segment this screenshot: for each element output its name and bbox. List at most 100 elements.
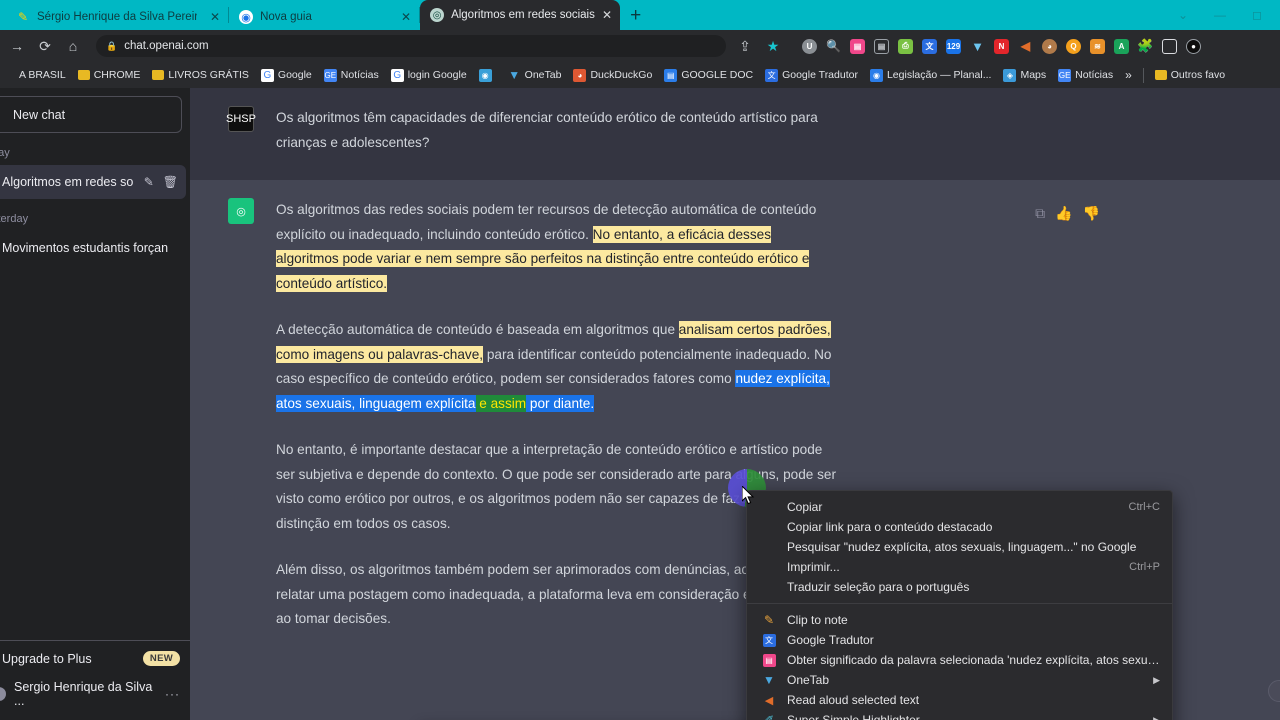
red-extension-icon[interactable]: N xyxy=(994,38,1009,54)
lock-icon: 🔒 xyxy=(106,40,118,51)
puzzle-extensions-icon[interactable]: 🧩 xyxy=(1137,38,1153,54)
maximize-icon[interactable]: ◻ xyxy=(1252,9,1262,21)
dictionary-icon: ▤ xyxy=(761,653,777,667)
trash-icon[interactable]: 🗑 xyxy=(163,175,178,189)
menu-item-label: Traduzir seleção para o português xyxy=(787,580,970,594)
bookmark-item[interactable]: LIVROS GRÁTIS xyxy=(148,67,253,83)
bookmark-item[interactable]: ◉ xyxy=(475,67,500,84)
new-chat-button[interactable]: New chat xyxy=(0,96,182,133)
translate2-extension-icon[interactable]: A xyxy=(1114,38,1129,54)
window-controls: ⌄ — ◻ xyxy=(1178,0,1274,30)
context-menu-item-traduzir[interactable]: Traduzir seleção para o português xyxy=(747,577,1172,597)
shield-extension-icon[interactable]: U xyxy=(802,38,817,54)
chevron-down-icon[interactable]: ⌄ xyxy=(1178,9,1188,21)
thumbs-up-icon[interactable]: 👍 xyxy=(1055,205,1072,222)
reload-icon[interactable]: ⟳ xyxy=(36,38,54,55)
search-extension-icon[interactable]: 🔍 xyxy=(826,39,841,54)
bookmark-star-icon[interactable]: ★ xyxy=(764,38,782,55)
bookmark-label: Outros favo xyxy=(1170,69,1226,81)
bookmark-item[interactable]: ◉ Legislação — Planal... xyxy=(866,67,995,84)
context-menu-item-onetab[interactable]: ▼ OneTab ▶ xyxy=(747,670,1172,690)
bookmark-item[interactable]: GE Notícias xyxy=(320,67,383,84)
conversation-actions: ✎ 🗑 xyxy=(144,175,178,189)
bookmark-item[interactable]: G login Google xyxy=(387,67,471,84)
face-extension-icon[interactable]: ◕ xyxy=(1042,38,1057,54)
context-menu-item-super-simple-highlighter[interactable]: ✐ Super Simple Highlighter ▶ xyxy=(747,710,1172,720)
bookmark-item[interactable]: ▤ GOOGLE DOC xyxy=(660,67,757,84)
folder-icon xyxy=(77,70,90,80)
context-menu-item-google-tradutor[interactable]: 文 Google Tradutor xyxy=(747,630,1172,650)
green-extension-icon[interactable]: ⎙ xyxy=(898,38,913,54)
profile-avatar[interactable]: ● xyxy=(1186,38,1201,54)
mouse-cursor xyxy=(742,486,755,505)
forward-icon[interactable]: → xyxy=(8,38,26,54)
context-menu-item-pesquisar[interactable]: Pesquisar "nudez explícita, atos sexuais… xyxy=(747,537,1172,557)
context-menu-item-imprimir[interactable]: Imprimir... Ctrl+P xyxy=(747,557,1172,577)
submenu-arrow-icon: ▶ xyxy=(1153,714,1160,720)
bookmark-item[interactable]: CHROME xyxy=(74,67,145,83)
message-actions: ⧉ 👍 👎 xyxy=(1035,205,1100,222)
menu-item-label: Copiar link para o conteúdo destacado xyxy=(787,520,993,534)
speaker-icon: ◀ xyxy=(764,694,774,707)
google-news-icon: GE xyxy=(1058,68,1072,82)
conversation-title: Algoritmos em redes so xyxy=(2,175,134,189)
menu-item-shortcut: Ctrl+P xyxy=(1129,561,1160,573)
sidepanel-icon[interactable] xyxy=(1162,38,1177,54)
pencil-icon: ✎ xyxy=(763,613,775,627)
sidebar-item-algoritmos[interactable]: Algoritmos em redes so ✎ 🗑 xyxy=(0,165,186,199)
sidebar-item-movimentos[interactable]: Movimentos estudantis forçan xyxy=(0,231,186,265)
home-icon[interactable]: ⌂ xyxy=(64,38,82,54)
close-icon[interactable]: ✕ xyxy=(210,11,220,23)
other-bookmarks-folder[interactable]: Outros favo xyxy=(1151,67,1229,83)
copy-icon[interactable]: ⧉ xyxy=(1035,205,1045,222)
edit-icon[interactable]: ✎ xyxy=(144,175,154,189)
bookmark-item[interactable]: G Google xyxy=(257,67,316,84)
new-badge: NEW xyxy=(142,651,180,666)
new-tab-button[interactable]: + xyxy=(630,6,641,25)
bookmark-label: GOOGLE DOC xyxy=(681,69,754,81)
browser-toolbar: → ⟳ ⌂ 🔒 chat.openai.com ⇪ ★ U 🔍 ▤ ▤ ⎙ 文 … xyxy=(0,30,1280,62)
pink-extension-icon[interactable]: ▤ xyxy=(850,38,865,54)
bookmarks-overflow-button[interactable]: » xyxy=(1121,68,1136,82)
bookmark-label: DuckDuckGo xyxy=(590,69,653,81)
context-menu-item-read-aloud[interactable]: ◀ Read aloud selected text xyxy=(747,690,1172,710)
bookmark-item[interactable]: GE Notícias xyxy=(1054,67,1117,84)
bookmark-label: Google xyxy=(277,69,312,81)
context-menu-item-clip-to-note[interactable]: ✎ Clip to note xyxy=(747,610,1172,630)
address-bar[interactable]: 🔒 chat.openai.com xyxy=(96,35,726,57)
rss-extension-icon[interactable]: ≋ xyxy=(1090,38,1105,54)
menu-item-label: Google Tradutor xyxy=(787,633,874,647)
browser-tab-1[interactable]: ✎ Sérgio Henrique da Silva Pereira ✕ xyxy=(6,4,228,30)
minimize-icon[interactable]: — xyxy=(1214,9,1226,21)
maps-extension-icon[interactable]: Q xyxy=(1066,38,1081,54)
tab-title: Sérgio Henrique da Silva Pereira xyxy=(37,11,197,23)
context-menu-item-obter-significado[interactable]: ▤ Obter significado da palavra seleciona… xyxy=(747,650,1172,670)
browser-tab-2[interactable]: ◉ Nova guia ✕ xyxy=(229,4,419,30)
google-icon: G xyxy=(260,68,274,82)
bookmark-item[interactable]: ▼ OneTab xyxy=(504,67,566,84)
bot-paragraph-1: Os algoritmos das redes sociais podem te… xyxy=(276,198,836,296)
onetab-extension-icon[interactable]: ▼ xyxy=(970,39,985,54)
bookmark-item[interactable]: ◕ DuckDuckGo xyxy=(569,67,656,84)
selected-text-green: e assim xyxy=(475,394,527,412)
close-icon[interactable]: ✕ xyxy=(602,9,612,21)
google-maps-icon: ◈ xyxy=(1003,68,1017,82)
thumbs-down-icon[interactable]: 👎 xyxy=(1083,205,1100,222)
bookmark-item[interactable]: 文 Google Tradutor xyxy=(761,67,862,84)
bookmark-item[interactable]: A BRASIL xyxy=(2,67,70,84)
menu-separator xyxy=(747,603,1172,604)
context-menu-item-copiar-link[interactable]: Copiar link para o conteúdo destacado xyxy=(747,517,1172,537)
account-row[interactable]: Sergio Henrique da Silva ... ··· xyxy=(0,676,190,712)
notes-extension-icon[interactable]: ▤ xyxy=(874,38,889,54)
bookmark-item[interactable]: ◈ Maps xyxy=(999,67,1050,84)
google-translate-extension-icon[interactable]: 文 xyxy=(922,38,937,54)
browser-tab-3[interactable]: ◎ Algoritmos em redes sociais. ✕ xyxy=(420,0,621,30)
calendar-extension-icon[interactable]: 129 xyxy=(946,38,961,54)
planalto-icon: ◉ xyxy=(869,68,883,82)
context-menu-item-copiar[interactable]: Copiar Ctrl+C xyxy=(747,497,1172,517)
account-menu-icon[interactable]: ··· xyxy=(165,687,180,701)
close-icon[interactable]: ✕ xyxy=(401,11,411,23)
speaker-extension-icon[interactable]: ◀ xyxy=(1018,39,1033,54)
share-icon[interactable]: ⇪ xyxy=(736,38,754,55)
upgrade-to-plus-button[interactable]: Upgrade to Plus NEW xyxy=(0,640,190,676)
